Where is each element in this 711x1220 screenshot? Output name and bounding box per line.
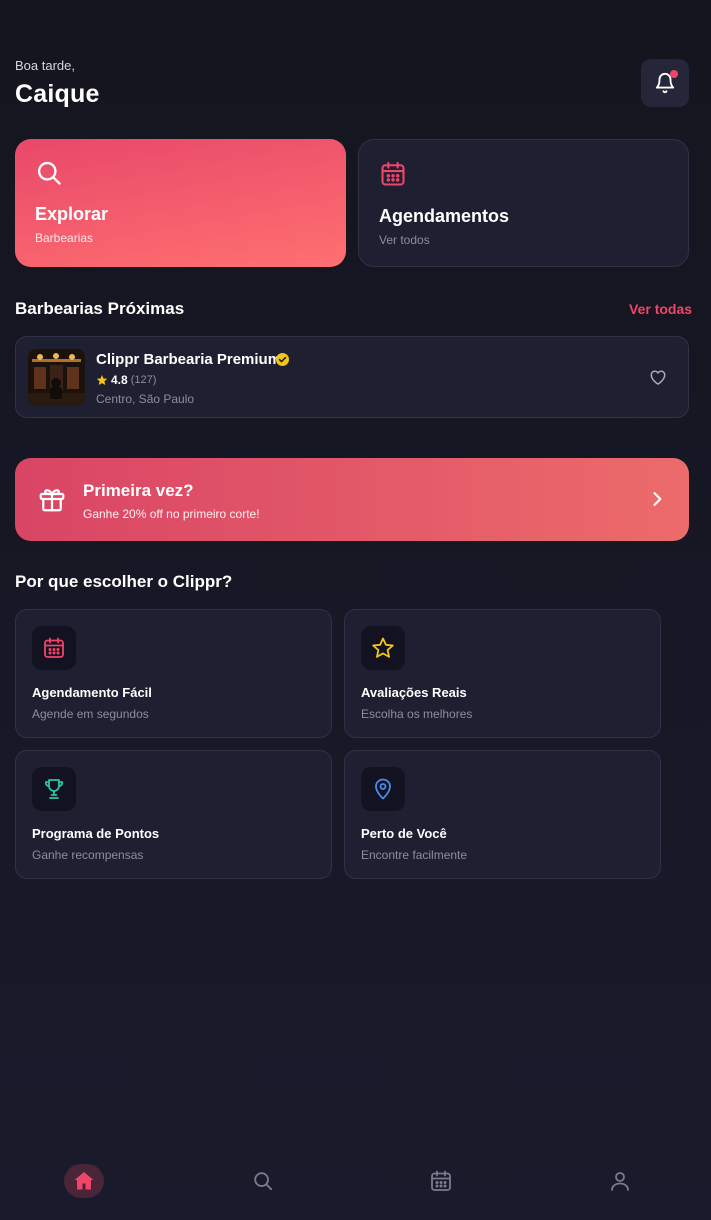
- feature-subtitle: Escolha os melhores: [361, 707, 473, 721]
- feature-title: Perto de Você: [361, 826, 447, 841]
- nav-profile[interactable]: [600, 1164, 640, 1198]
- trophy-icon: [44, 779, 64, 799]
- notification-dot: [670, 70, 678, 78]
- shop-location: Centro, São Paulo: [96, 392, 195, 406]
- home-icon: [74, 1172, 94, 1190]
- feature-card-points: Programa de Pontos Ganhe recompensas: [15, 750, 332, 879]
- calendar-icon: [431, 1170, 451, 1191]
- star-icon: [372, 637, 394, 658]
- gift-icon: [39, 489, 65, 512]
- greeting-text: Boa tarde,: [15, 58, 75, 73]
- why-section-title: Por que escolher o Clippr?: [15, 572, 233, 591]
- see-all-link[interactable]: Ver todas: [629, 301, 692, 317]
- feature-card-reviews: Avaliações Reais Escolha os melhores: [344, 609, 661, 738]
- feature-title: Programa de Pontos: [32, 826, 160, 841]
- feature-title: Agendamento Fácil: [32, 685, 152, 700]
- calendar-icon: [381, 161, 405, 186]
- appointments-title: Agendamentos: [379, 206, 510, 226]
- shop-thumbnail: [28, 349, 85, 406]
- nearby-section-title: Barbearias Próximas: [15, 299, 185, 318]
- feature-card-easy-booking: Agendamento Fácil Agende em segundos: [15, 609, 332, 738]
- search-icon: [254, 1172, 273, 1191]
- notifications-button[interactable]: [641, 59, 689, 107]
- promo-banner[interactable]: Primeira vez? Ganhe 20% off no primeiro …: [15, 458, 689, 541]
- feature-subtitle: Agende em segundos: [32, 707, 149, 721]
- promo-title: Primeira vez?: [83, 481, 194, 500]
- bottom-navigation: [0, 1150, 711, 1220]
- promo-subtitle: Ganhe 20% off no primeiro corte!: [83, 507, 260, 521]
- star-icon: [96, 375, 108, 385]
- user-name: Caique: [15, 80, 100, 108]
- appointments-subtitle: Ver todos: [379, 233, 430, 247]
- user-icon: [611, 1172, 629, 1191]
- nav-appointments[interactable]: [421, 1164, 461, 1198]
- calendar-icon: [44, 637, 64, 658]
- app-screen: Boa tarde, Caique Explorar Barbearias Ag…: [0, 0, 711, 1220]
- search-icon: [37, 161, 61, 185]
- appointments-card[interactable]: Agendamentos Ver todos: [358, 139, 689, 267]
- feature-title: Avaliações Reais: [361, 685, 467, 700]
- feature-subtitle: Ganhe recompensas: [32, 848, 144, 862]
- nav-search[interactable]: [243, 1164, 283, 1198]
- location-pin-icon: [375, 778, 391, 800]
- shop-name: Clippr Barbearia Premium: [96, 351, 282, 368]
- explore-card[interactable]: Explorar Barbearias: [15, 139, 346, 267]
- nav-home[interactable]: [64, 1164, 104, 1198]
- shop-photo: [28, 349, 85, 406]
- review-count: (127): [130, 374, 157, 386]
- feature-card-nearby: Perto de Você Encontre facilmente: [344, 750, 661, 879]
- feature-subtitle: Encontre facilmente: [361, 848, 468, 862]
- rating-value: 4.8: [111, 373, 128, 387]
- explore-subtitle: Barbearias: [35, 231, 94, 245]
- heart-icon[interactable]: [648, 367, 668, 387]
- verified-badge-icon: [276, 353, 289, 366]
- explore-title: Explorar: [35, 204, 109, 224]
- shop-card[interactable]: Clippr Barbearia Premium 4.8 (127) Centr…: [15, 336, 689, 418]
- chevron-right-icon: [653, 492, 662, 506]
- shop-rating: 4.8 (127): [96, 373, 156, 387]
